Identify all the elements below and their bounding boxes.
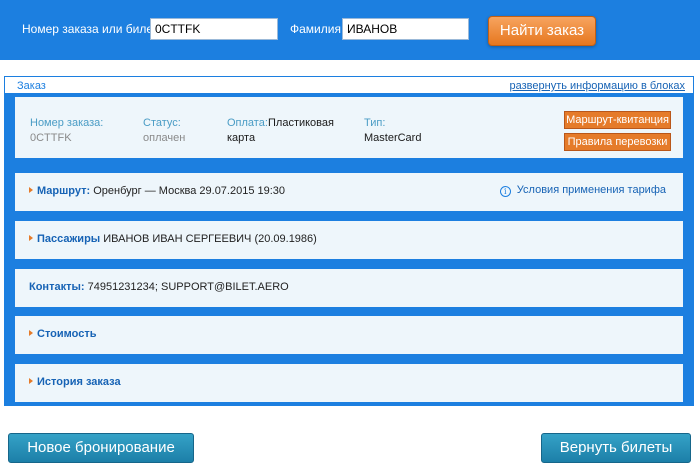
contacts-value: 74951231234; SUPPORT@BILET.AERO [84,281,289,293]
triangle-right-icon [29,187,33,193]
order-number-value: 0CTTFK [30,132,72,144]
route-key: Маршрут: [37,185,91,197]
cost-key: Стоимость [37,328,97,340]
search-bar: Номер заказа или билета Фамилия Найти за… [0,0,700,60]
order-block-header: Заказ развернуть информацию в блоках [4,76,694,94]
card-type-label: Тип: [364,117,386,129]
order-block: Заказ развернуть информацию в блоках Ном… [4,76,694,406]
cost-panel[interactable]: Стоимость [15,316,683,354]
order-number-label: Номер заказа или билета [22,22,165,36]
carriage-rules-button[interactable]: Правила перевозки [564,133,671,151]
payment-label: Оплата: [227,117,268,129]
info-circle-icon: i [499,186,511,197]
order-number-field-label: Номер заказа: [30,117,104,129]
surname-label: Фамилия [290,22,341,36]
new-booking-button[interactable]: Новое бронирование [8,433,194,463]
find-order-button[interactable]: Найти заказ [488,16,596,46]
payment-value-line2: карта [227,132,256,144]
card-type-value: MasterCard [364,132,422,144]
contacts-panel: Контакты: 74951231234; SUPPORT@BILET.AER… [15,269,683,307]
itinerary-receipt-button[interactable]: Маршрут-квитанция [564,111,671,129]
route-value: Оренбург — Москва 29.07.2015 19:30 [90,185,286,197]
contacts-key: Контакты: [29,281,85,293]
tariff-conditions-label: Условия применения тарифа [516,184,666,196]
return-tickets-button[interactable]: Вернуть билеты [541,433,691,463]
payment-value-line1: Пластиковая [268,117,334,129]
triangle-right-icon [29,378,33,384]
status-label: Статус: [143,117,181,129]
triangle-right-icon [29,330,33,336]
order-history-panel[interactable]: История заказа [15,364,683,402]
order-block-title: Заказ [17,80,46,92]
order-number-input[interactable] [150,18,278,40]
passengers-row: Пассажиры ИВАНОВ ИВАН СЕРГЕЕВИЧ (20.09.1… [29,233,317,245]
status-value: оплачен [143,132,186,144]
route-panel[interactable]: Маршрут: Оренбург — Москва 29.07.2015 19… [15,173,683,211]
cost-row: Стоимость [29,328,97,340]
passengers-value: ИВАНОВ ИВАН СЕРГЕЕВИЧ (20.09.1986) [100,233,317,245]
history-key: История заказа [37,376,121,388]
surname-input[interactable] [342,18,469,40]
history-row: История заказа [29,376,121,388]
contacts-row: Контакты: 74951231234; SUPPORT@BILET.AER… [29,281,289,293]
order-summary-panel: Номер заказа: 0CTTFK Статус: оплачен Опл… [15,97,683,158]
passengers-key: Пассажиры [37,233,101,245]
route-row: Маршрут: Оренбург — Москва 29.07.2015 19… [29,185,285,197]
triangle-right-icon [29,235,33,241]
passengers-panel[interactable]: Пассажиры ИВАНОВ ИВАН СЕРГЕЕВИЧ (20.09.1… [15,221,683,259]
tariff-conditions-link[interactable]: i Условия применения тарифа [499,184,666,197]
expand-blocks-link[interactable]: развернуть информацию в блоках [510,80,685,92]
